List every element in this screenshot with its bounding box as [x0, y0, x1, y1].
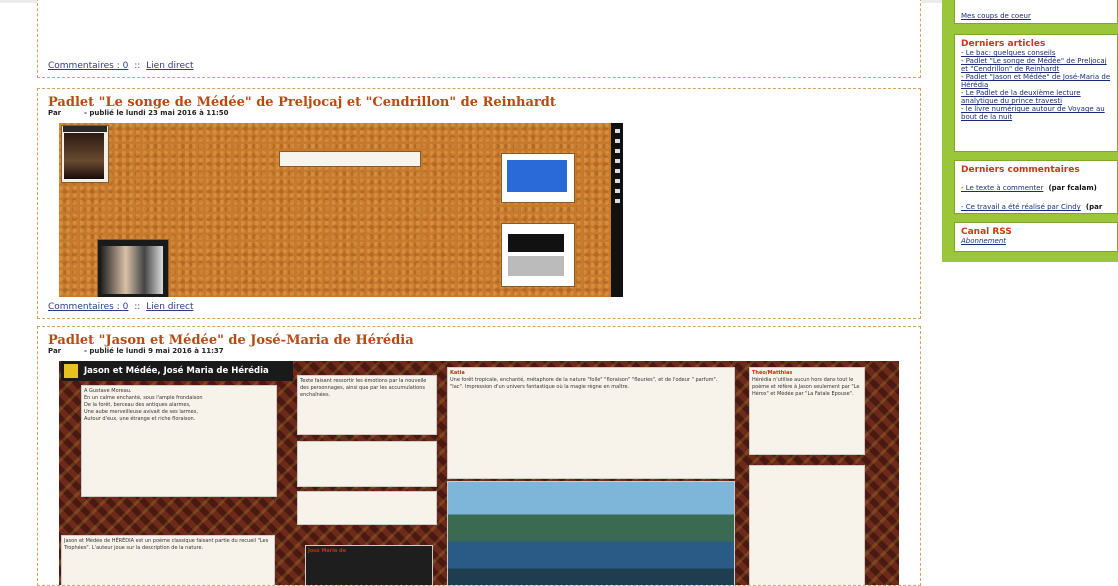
toolbar-icon[interactable] — [614, 179, 620, 183]
video-thumbnail-image — [101, 246, 163, 294]
video-thumbnail-image — [508, 234, 564, 252]
sidebar-title-canal-rss: Canal RSS — [961, 227, 1012, 237]
sidebar: Mes coups de coeur Derniers articles - L… — [942, 0, 1118, 262]
direct-link[interactable]: Lien direct — [146, 302, 193, 312]
sidebar-article-link[interactable]: - Padlet "Le songe de Médée" de Preljoca… — [961, 57, 1111, 73]
video-thumbnail-image — [64, 133, 104, 179]
link-separator: :: — [134, 61, 141, 71]
sidebar-article-link[interactable]: - Padlet "Jason et Médée" de José-Maria … — [961, 73, 1111, 89]
landscape-image[interactable] — [447, 481, 735, 585]
post-jason: Padlet "Jason et Médée" de José-Maria de… — [37, 326, 921, 586]
toolbar-icon[interactable] — [614, 129, 620, 133]
padlet-toolbar[interactable] — [611, 123, 623, 297]
padlet-note[interactable]: Texte faisant ressortir les émotions par… — [297, 375, 437, 435]
comments-link[interactable]: Commentaires : 0 — [48, 61, 128, 71]
sidebar-box-derniers-commentaires: Derniers commentaires - Le texte à comme… — [954, 160, 1118, 230]
note-author: José Maria de — [308, 548, 347, 554]
padlet-header-title: Jason et Médée, José Maria de Hérédia — [84, 366, 269, 376]
padlet-logo-icon — [64, 364, 78, 378]
sidebar-rss-link[interactable]: Abonnement — [961, 237, 1111, 245]
note-text: Une forêt tropicale, enchanté, métaphore… — [450, 377, 718, 390]
link-separator: :: — [134, 302, 141, 312]
padlet-note[interactable]: Théo/Matthias Hérédia n'utilise aucun ho… — [749, 367, 865, 455]
note-author: Théo/Matthias — [752, 370, 793, 376]
sidebar-box-canal-rss: Canal RSS Abonnement — [954, 222, 1118, 252]
note-author: Katia — [450, 370, 465, 376]
toolbar-icon[interactable] — [614, 199, 620, 203]
toolbar-icon[interactable] — [614, 169, 620, 173]
sidebar-comment-link[interactable]: - Ce travail a été réalisé par Cindy — [961, 203, 1081, 211]
padlet-card[interactable] — [501, 223, 575, 287]
post-author-prefix: Par — [48, 347, 62, 355]
post-songe: Padlet "Le songe de Médée" de Preljocaj … — [37, 88, 921, 319]
sidebar-box-derniers-articles: Derniers articles - Le bac: quelques con… — [954, 34, 1118, 152]
post-date: - publié le lundi 23 mai 2016 à 11:50 — [84, 109, 229, 117]
padlet-note[interactable] — [297, 441, 437, 487]
padlet-note[interactable] — [749, 465, 865, 585]
padlet-header: Jason et Médée, José Maria de Hérédia — [61, 361, 293, 381]
post-links: Commentaires : 0 :: Lien direct — [48, 302, 194, 312]
padlet-embed-songe[interactable] — [59, 123, 623, 297]
padlet-card[interactable] — [97, 239, 169, 297]
padlet-note[interactable]: Jason et Médée de HÉRÉDIA est un poème c… — [61, 535, 275, 585]
toolbar-icon[interactable] — [614, 139, 620, 143]
sidebar-article-link[interactable]: - le livre numérique autour de Voyage au… — [961, 105, 1111, 121]
post-links: Commentaires : 0 :: Lien direct — [48, 61, 194, 71]
padlet-note[interactable] — [297, 491, 437, 525]
post-title[interactable]: Padlet "Le songe de Médée" de Preljocaj … — [48, 95, 556, 110]
padlet-note[interactable]: José Maria de — [305, 545, 433, 585]
note-text: Hérédia n'utilise aucun hors dans tout l… — [752, 377, 860, 397]
padlet-note[interactable]: A Gustave Moreau. En un calme enchanté, … — [81, 385, 277, 497]
padlet-card-header — [63, 126, 107, 132]
post-top: Commentaires : 0 :: Lien direct — [37, 0, 921, 78]
sidebar-title-derniers-commentaires: Derniers commentaires — [961, 165, 1080, 175]
post-meta: Par - publié le lundi 9 mai 2016 à 11:37 — [48, 347, 224, 355]
post-meta: Par - publié le lundi 23 mai 2016 à 11:50 — [48, 109, 229, 117]
sidebar-comment-link[interactable]: - Le texte à commenter — [961, 184, 1043, 192]
padlet-card[interactable] — [279, 151, 421, 167]
sidebar-article-link[interactable]: - Le Padlet de la deuxième lecture analy… — [961, 89, 1111, 105]
sidebar-comment-author: (par fcalam) — [1048, 184, 1097, 192]
sidebar-title-derniers-articles: Derniers articles — [961, 39, 1046, 49]
padlet-embed-jason[interactable]: Jason et Médée, José Maria de Hérédia A … — [59, 361, 899, 585]
post-author-prefix: Par — [48, 109, 62, 117]
sidebar-article-link[interactable]: - Le bac: quelques conseils — [961, 49, 1111, 57]
toolbar-icon[interactable] — [614, 189, 620, 193]
post-date: - publié le lundi 9 mai 2016 à 11:37 — [84, 347, 224, 355]
post-title[interactable]: Padlet "Jason et Médée" de José-Maria de… — [48, 333, 414, 348]
direct-link[interactable]: Lien direct — [146, 61, 193, 71]
toolbar-icon[interactable] — [614, 159, 620, 163]
padlet-card[interactable] — [61, 125, 109, 183]
padlet-card[interactable] — [501, 153, 575, 203]
padlet-note[interactable]: Katia Une forêt tropicale, enchanté, mét… — [447, 367, 735, 479]
sidebar-box-top: Mes coups de coeur — [954, 0, 1118, 24]
video-thumbnail-image — [508, 256, 564, 276]
toolbar-icon[interactable] — [614, 149, 620, 153]
comments-link[interactable]: Commentaires : 0 — [48, 302, 128, 312]
video-thumbnail-image — [507, 160, 567, 192]
sidebar-link-coups-de-coeur[interactable]: Mes coups de coeur — [961, 12, 1111, 20]
